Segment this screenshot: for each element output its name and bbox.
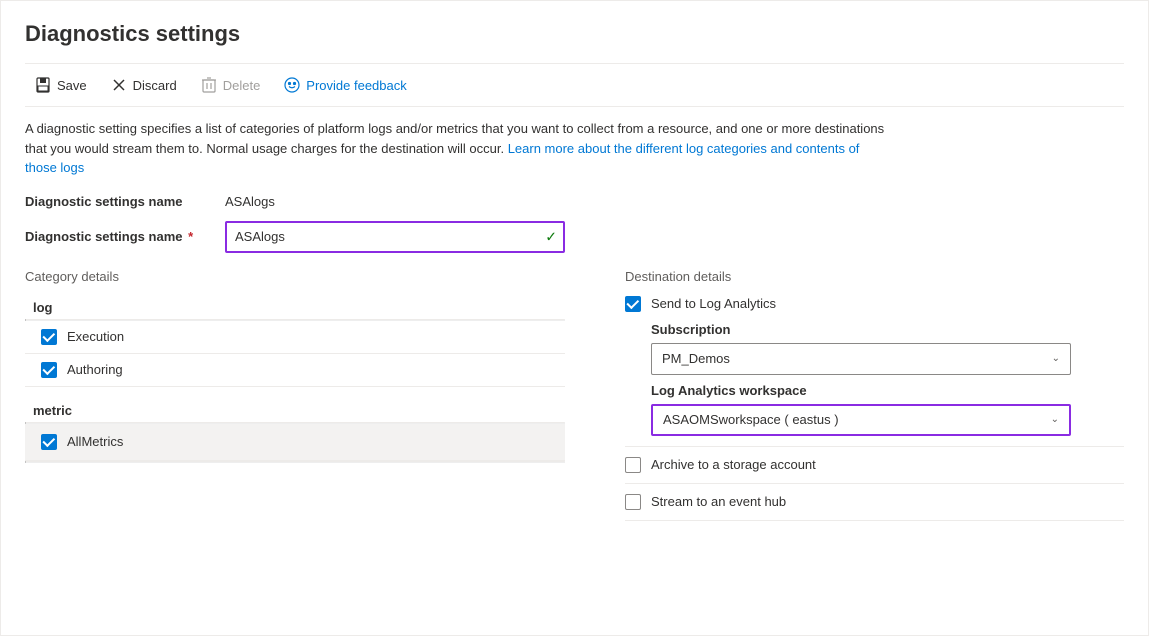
- delete-button[interactable]: Delete: [191, 72, 271, 98]
- discard-button[interactable]: Discard: [101, 72, 187, 98]
- execution-label: Execution: [67, 329, 124, 344]
- settings-name-row: Diagnostic settings name ASAlogs: [25, 194, 1124, 209]
- metric-row: AllMetrics: [41, 434, 549, 450]
- dest-divider-1: [625, 446, 1124, 447]
- delete-icon: [201, 77, 217, 93]
- allmetrics-checkbox[interactable]: [41, 434, 57, 450]
- input-valid-icon: ✓: [545, 228, 557, 245]
- feedback-icon: [284, 77, 300, 93]
- metric-item-allmetrics: AllMetrics: [25, 424, 565, 461]
- subscription-value: PM_Demos: [662, 351, 730, 366]
- form-row-name: Diagnostic settings name * ✓: [25, 221, 1124, 253]
- stream-event-hub-checkbox[interactable]: [625, 494, 641, 510]
- authoring-checkbox[interactable]: [41, 362, 57, 378]
- page-title: Diagnostics settings: [25, 21, 1124, 47]
- allmetrics-label: AllMetrics: [67, 434, 123, 449]
- workspace-section: Log Analytics workspace ASAOMSworkspace …: [651, 383, 1124, 436]
- log-item-authoring: Authoring: [25, 354, 565, 387]
- two-col-section: Category details log Execution Authoring…: [25, 269, 1124, 531]
- authoring-label: Authoring: [67, 362, 123, 377]
- workspace-dropdown[interactable]: ASAOMSworkspace ( eastus ) ⌄: [651, 404, 1071, 436]
- subscription-label: Subscription: [651, 322, 1124, 337]
- stream-event-hub-row: Stream to an event hub: [625, 494, 1124, 510]
- category-details-col: Category details log Execution Authoring…: [25, 269, 565, 531]
- name-input[interactable]: [225, 221, 565, 253]
- form-name-label: Diagnostic settings name *: [25, 229, 225, 244]
- archive-storage-row: Archive to a storage account: [625, 457, 1124, 473]
- settings-name-label: Diagnostic settings name: [25, 194, 225, 209]
- toolbar: Save Discard Delete: [25, 63, 1124, 107]
- feedback-button[interactable]: Provide feedback: [274, 72, 416, 98]
- workspace-label: Log Analytics workspace: [651, 383, 1124, 398]
- required-marker: *: [188, 229, 193, 244]
- metric-bottom-divider: [25, 461, 565, 463]
- description-section: A diagnostic setting specifies a list of…: [25, 119, 885, 178]
- workspace-chevron-icon: ⌄: [1051, 414, 1059, 425]
- subscription-dropdown[interactable]: PM_Demos ⌄: [651, 343, 1071, 375]
- execution-checkbox[interactable]: [41, 329, 57, 345]
- log-item-execution: Execution: [25, 321, 565, 354]
- save-button[interactable]: Save: [25, 72, 97, 98]
- dest-divider-2: [625, 483, 1124, 484]
- log-section-header: log: [25, 296, 565, 319]
- destination-details-header: Destination details: [625, 269, 1124, 284]
- category-details-header: Category details: [25, 269, 565, 284]
- send-to-log-analytics-row: Send to Log Analytics: [625, 296, 1124, 312]
- log-analytics-label: Send to Log Analytics: [651, 296, 776, 311]
- subscription-section: Subscription PM_Demos ⌄: [651, 322, 1124, 375]
- dest-divider-3: [625, 520, 1124, 521]
- subscription-chevron-icon: ⌄: [1052, 353, 1060, 364]
- stream-event-hub-label: Stream to an event hub: [651, 494, 786, 509]
- name-input-wrapper: ✓: [225, 221, 565, 253]
- settings-name-value: ASAlogs: [225, 194, 275, 209]
- archive-storage-checkbox[interactable]: [625, 457, 641, 473]
- archive-storage-label: Archive to a storage account: [651, 457, 816, 472]
- metric-section-header: metric: [25, 399, 565, 422]
- workspace-value: ASAOMSworkspace ( eastus ): [663, 412, 839, 427]
- destination-details-col: Destination details Send to Log Analytic…: [625, 269, 1124, 531]
- log-analytics-checkbox[interactable]: [625, 296, 641, 312]
- discard-icon: [111, 77, 127, 93]
- save-icon: [35, 77, 51, 93]
